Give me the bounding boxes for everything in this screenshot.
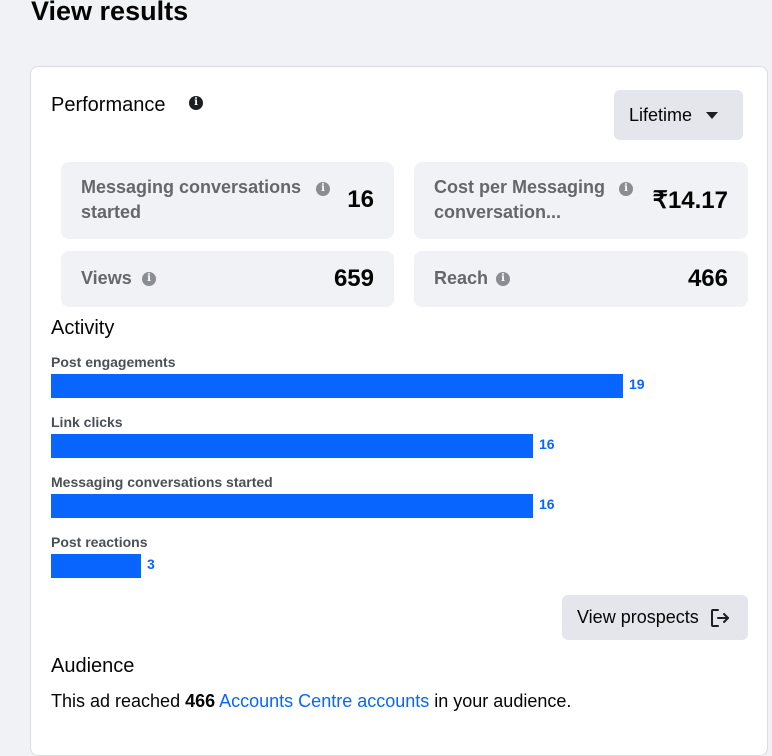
audience-title: Audience [51, 655, 135, 677]
info-icon[interactable]: i [189, 96, 203, 110]
bar-label: Post engagements [51, 354, 176, 370]
info-icon[interactable]: i [496, 272, 510, 286]
bar-label: Post reactions [51, 534, 148, 550]
metric-value: 16 [347, 186, 374, 213]
bar-value: 16 [539, 496, 555, 512]
metric-label: Messaging conversations started [81, 177, 302, 222]
audience-text-before: This ad reached [51, 691, 186, 711]
metric-card-views: Views i 659 [61, 251, 394, 307]
activity-bar [51, 374, 623, 398]
period-dropdown[interactable]: Lifetime [614, 90, 743, 140]
performance-title: Performance [51, 94, 166, 116]
info-icon[interactable]: i [619, 182, 633, 196]
activity-bar [51, 434, 533, 458]
audience-reach-count: 466 [185, 691, 216, 711]
caret-down-icon [706, 111, 719, 119]
bar-value: 19 [629, 376, 645, 392]
metric-label: Cost per Messaging conversation... [434, 177, 606, 222]
bar-label: Link clicks [51, 414, 123, 430]
info-icon[interactable]: i [316, 182, 330, 196]
activity-bar [51, 494, 533, 518]
view-prospects-button[interactable]: View prospects [562, 595, 748, 640]
metric-label: Views [81, 268, 132, 288]
metric-value: 466 [687, 265, 728, 292]
bar-value: 16 [539, 436, 555, 452]
audience-summary: This ad reached 466 Accounts Centre acco… [51, 691, 571, 712]
info-icon[interactable]: i [142, 272, 156, 286]
metric-card-cost-per-conversation: Cost per Messaging conversation... i ₹14… [414, 162, 748, 239]
activity-bar [51, 554, 141, 578]
page-title: View results [31, 0, 189, 26]
period-dropdown-label: Lifetime [629, 104, 693, 125]
bar-label: Messaging conversations started [51, 474, 273, 490]
metric-value: ₹14.17 [652, 187, 728, 214]
metric-value: 659 [333, 265, 374, 292]
activity-title: Activity [51, 317, 115, 339]
metric-label: Reach [434, 268, 489, 288]
metric-card-reach: Reach i 466 [414, 251, 748, 307]
results-card: Performance i Lifetime Messaging convers… [30, 66, 768, 756]
bar-value: 3 [147, 556, 155, 572]
accounts-centre-link[interactable]: Accounts Centre accounts [219, 691, 429, 711]
external-link-icon [710, 608, 729, 627]
audience-text-after: in your audience. [429, 691, 572, 711]
metric-card-messaging-conversations: Messaging conversations started i 16 [61, 162, 394, 239]
view-prospects-label: View prospects [577, 607, 699, 627]
